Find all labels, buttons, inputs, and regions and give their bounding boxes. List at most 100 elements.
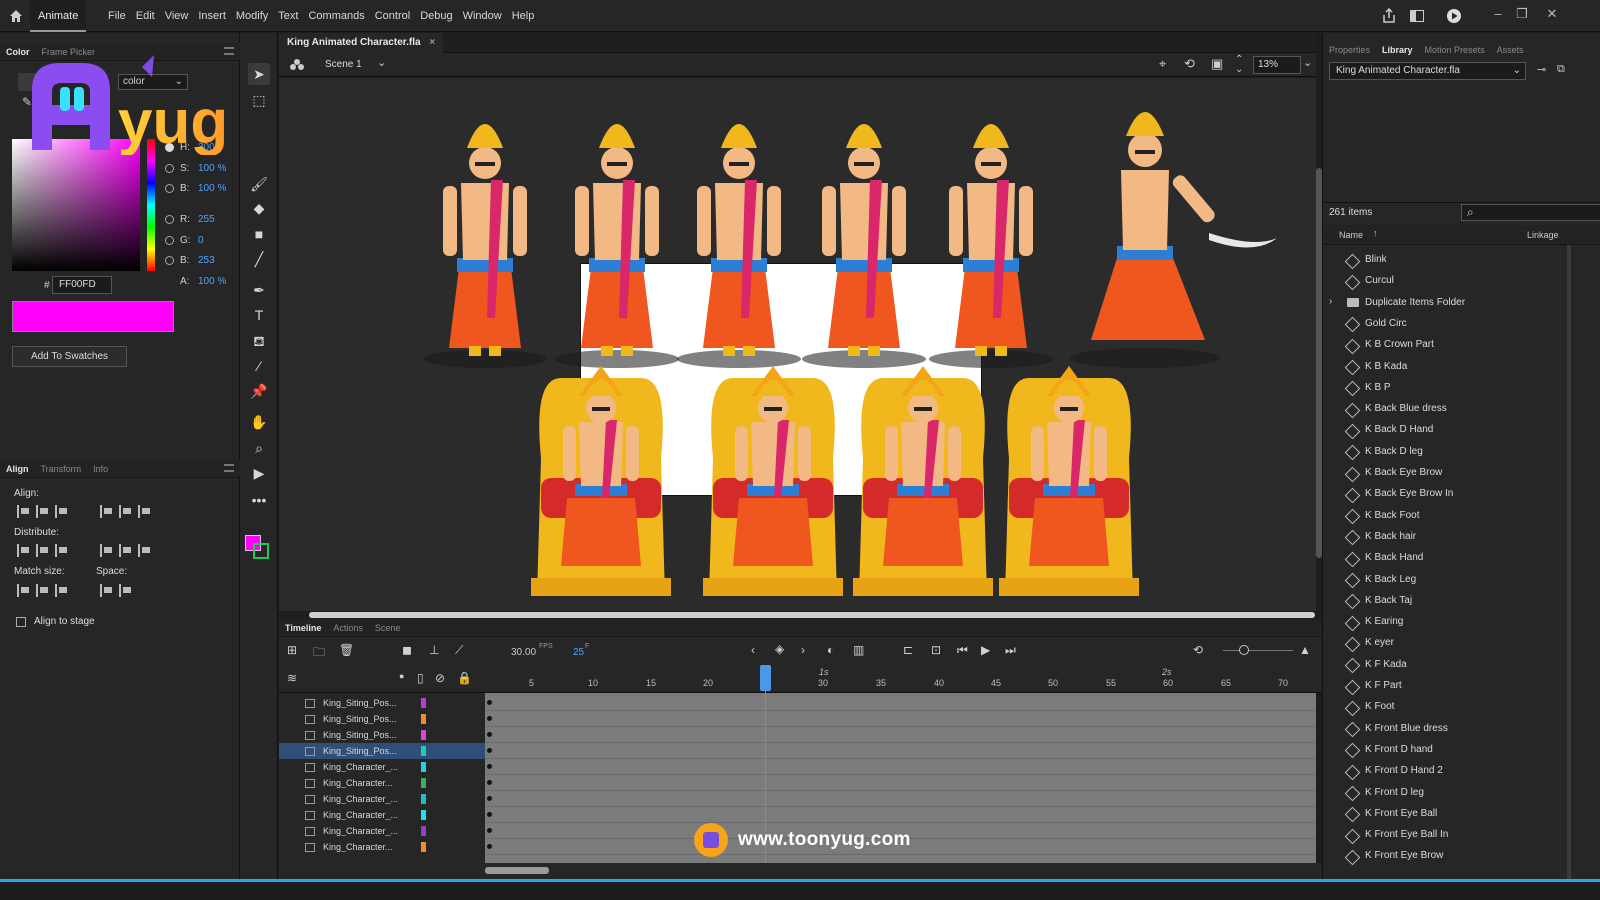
king-seated-figure[interactable] [999,366,1139,596]
zoom-input[interactable]: 13% [1253,56,1301,74]
layer-row[interactable]: King_Character... [279,839,485,855]
graph-icon[interactable]: ⟋ [455,643,463,658]
library-item[interactable]: K F Kada [1323,654,1600,675]
close-tab-icon[interactable]: × [429,37,435,48]
rectangle-tool-icon[interactable]: ■ [248,223,270,245]
library-item[interactable]: K Front Eye Ball [1323,803,1600,824]
layer-parenting-icon[interactable]: ⊥ [429,643,439,657]
menu-debug[interactable]: Debug [415,0,457,32]
library-item[interactable]: K Front Eye Brow [1323,845,1600,866]
layer-row[interactable]: King_Character_... [279,807,485,823]
library-scrollbar[interactable] [1567,245,1571,895]
library-item[interactable]: K Front Blue dress [1323,718,1600,739]
keyframe[interactable] [487,764,492,769]
name-column-header[interactable]: Name [1339,230,1363,240]
tab-info[interactable]: Info [87,460,114,477]
menu-help[interactable]: Help [507,0,540,32]
paint-bucket-tool-icon[interactable]: ⛾ [248,330,270,352]
share-icon[interactable] [1381,8,1397,24]
library-item[interactable]: K B Kada [1323,356,1600,377]
hue-slider[interactable] [147,139,155,271]
library-item[interactable]: K Back Taj [1323,590,1600,611]
restore-button[interactable]: ❐ [1512,4,1532,24]
fps-value[interactable]: 30.00 [511,647,536,658]
library-item[interactable]: K B Crown Part [1323,334,1600,355]
king-standing-figure[interactable] [677,124,801,368]
timeline-zoom-handle[interactable] [1239,645,1249,655]
library-item[interactable]: K Back Hand [1323,547,1600,568]
library-item[interactable]: K Back Eye Brow [1323,462,1600,483]
timeline-scrollbar[interactable] [279,863,1322,879]
layer-row[interactable]: King_Siting_Pos... [279,711,485,727]
frame-row[interactable] [485,695,1316,711]
home-icon[interactable] [8,8,24,24]
green-row[interactable]: G: 0 [165,232,204,248]
menu-edit[interactable]: Edit [131,0,160,32]
blue-row[interactable]: B: 253 [165,252,215,268]
library-item[interactable]: K Front Eye Ball In [1323,824,1600,845]
collapse-icon[interactable]: ▲ [1299,643,1311,657]
distribute-right-icon[interactable] [138,544,151,557]
next-keyframe-icon[interactable]: › [801,643,805,657]
layer-row[interactable]: King_Character_... [279,759,485,775]
library-item[interactable]: K Back D leg [1323,441,1600,462]
g-value[interactable]: 0 [198,235,204,246]
a-value[interactable]: 100 % [198,276,226,287]
brightness-row[interactable]: B: 100 % [165,180,226,196]
linkage-column-header[interactable]: Linkage [1527,230,1559,240]
scene-name[interactable]: Scene 1 [325,59,362,70]
layer-name[interactable]: King_Character... [323,778,415,788]
library-item[interactable]: Curcul [1323,270,1600,291]
library-item[interactable]: K Back hair [1323,526,1600,547]
match-width-icon[interactable] [17,584,30,597]
stage-horizontal-scrollbar[interactable] [279,611,1316,619]
clip-stage-icon[interactable]: ▣ [1211,56,1223,72]
layer-name[interactable]: King_Character_... [323,826,415,836]
new-library-panel-icon[interactable]: ⧉ [1557,63,1565,76]
center-stage-icon[interactable]: ⌖ [1159,56,1166,72]
space-vertical-icon[interactable] [100,584,113,597]
menu-commands[interactable]: Commands [303,0,369,32]
layer-row[interactable]: King_Character_... [279,791,485,807]
radio-b[interactable] [165,183,174,193]
library-item[interactable]: K Back Leg [1323,569,1600,590]
scene-dropdown-icon[interactable]: ⌄ [377,56,386,69]
king-seated-figure[interactable] [531,366,671,596]
layer-row[interactable]: King_Siting_Pos... [279,727,485,743]
keyframe[interactable] [487,828,492,833]
panel-menu-icon[interactable] [224,47,234,55]
zoom-tool-icon[interactable]: ⌕ [248,437,270,459]
library-item[interactable]: K Front D hand [1323,739,1600,760]
loop-icon[interactable]: ⊏ [903,643,913,657]
hex-input[interactable]: FF00FD [52,276,112,294]
keyframe[interactable] [487,796,492,801]
layer-color-swatch[interactable] [421,762,426,772]
delete-layer-icon[interactable]: 🗑 [339,643,354,657]
layer-row[interactable]: King_Siting_Pos... [279,695,485,711]
previous-keyframe-icon[interactable]: ‹ [751,643,755,657]
layer-name[interactable]: King_Siting_Pos... [323,698,415,708]
library-folder[interactable]: › Duplicate Items Folder [1323,292,1600,313]
playhead-handle[interactable] [760,665,771,691]
pin-library-icon[interactable]: ⊸ [1537,63,1546,76]
refresh-icon[interactable]: ⟲ [1193,643,1203,657]
radio-s[interactable] [165,163,174,173]
color-saturation-field[interactable] [12,139,140,271]
library-item[interactable]: K Back Blue dress [1323,398,1600,419]
tab-align[interactable]: Align [0,460,35,477]
line-tool-icon[interactable]: ╱ [248,248,270,270]
layer-row[interactable]: King_Siting_Pos... [279,743,485,759]
library-item[interactable]: K F Part [1323,675,1600,696]
menu-view[interactable]: View [160,0,194,32]
library-item[interactable]: K Back D Hand [1323,419,1600,440]
layer-color-swatch[interactable] [421,842,426,852]
b-value[interactable]: 100 % [198,183,226,194]
menu-insert[interactable]: Insert [193,0,231,32]
play-icon[interactable]: ▶ [981,643,990,657]
tab-assets[interactable]: Assets [1491,41,1530,59]
distribute-left-icon[interactable] [100,544,113,557]
library-item[interactable]: K Front D Hand 2 [1323,760,1600,781]
stroke-swatch[interactable] [253,543,269,559]
library-item[interactable]: K Back Foot [1323,505,1600,526]
menu-window[interactable]: Window [458,0,507,32]
